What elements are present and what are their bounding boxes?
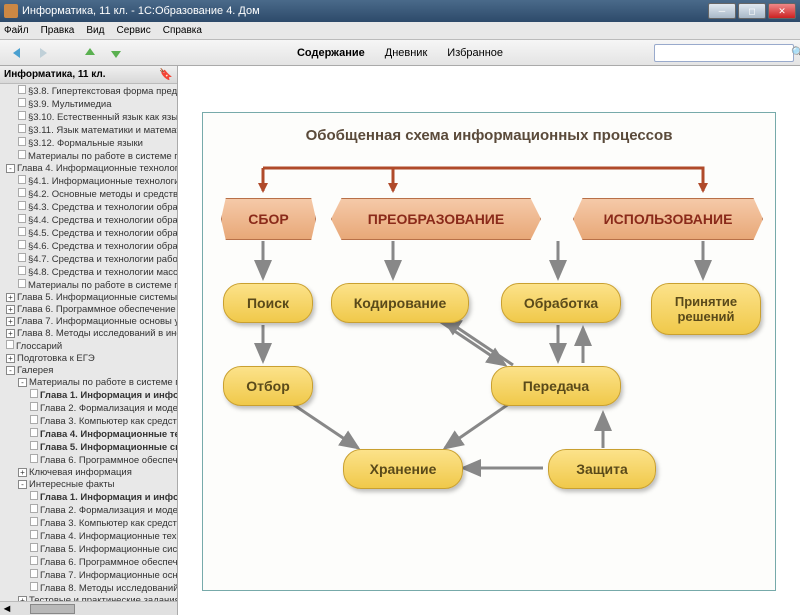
- diagram-title: Обобщенная схема информационных процессо…: [203, 127, 775, 144]
- tree-item[interactable]: §3.9. Мультимедиа: [0, 98, 177, 111]
- search-icon[interactable]: 🔍: [791, 46, 800, 59]
- bookmark-icon[interactable]: 🔖: [159, 68, 173, 81]
- menu-help[interactable]: Справка: [163, 25, 202, 36]
- tree-item[interactable]: Глава 3. Компьютер как средство с: [0, 517, 177, 530]
- tree-item[interactable]: -Глава 4. Информационные технологи: [0, 163, 177, 175]
- tree-item[interactable]: §4.4. Средства и технологии обрабо: [0, 214, 177, 227]
- tab-diary[interactable]: Дневник: [385, 47, 428, 59]
- sidebar-header: Информатика, 11 кл. 🔖: [0, 66, 177, 84]
- tab-favorites[interactable]: Избранное: [447, 47, 503, 59]
- node-preobr: ПРЕОБРАЗОВАНИЕ: [331, 198, 541, 240]
- tree-item[interactable]: Глава 5. Информационные системы: [0, 543, 177, 556]
- diagram-arrows: [203, 113, 775, 590]
- tree-item[interactable]: Материалы по работе в системе прог: [0, 150, 177, 163]
- tree-item[interactable]: -Галерея: [0, 365, 177, 377]
- tree-item[interactable]: §4.5. Средства и технологии обрабо: [0, 227, 177, 240]
- tree-item[interactable]: §4.6. Средства и технологии обрабо: [0, 240, 177, 253]
- down-button[interactable]: [106, 44, 126, 62]
- tree-item[interactable]: Глава 6. Программное обеспечение: [0, 454, 177, 467]
- tree-item[interactable]: §4.1. Информационные технологии:: [0, 175, 177, 188]
- tree-item[interactable]: Глава 4. Информационные технолс: [0, 428, 177, 441]
- tree-item[interactable]: Глава 7. Информационные основы: [0, 569, 177, 582]
- tree[interactable]: §3.8. Гипертекстовая форма предст§3.9. М…: [0, 84, 177, 601]
- search-input[interactable]: [659, 47, 791, 58]
- tree-item[interactable]: §3.11. Язык математики и математи: [0, 124, 177, 137]
- node-pered: Передача: [491, 366, 621, 406]
- tree-item[interactable]: -Материалы по работе в системе прог: [0, 377, 177, 389]
- tree-item[interactable]: Глава 1. Информация и информаци: [0, 491, 177, 504]
- titlebar: Информатика, 11 кл. - 1С:Образование 4. …: [0, 0, 800, 22]
- menu-view[interactable]: Вид: [86, 25, 104, 36]
- minimize-button[interactable]: ─: [708, 3, 736, 19]
- tree-item[interactable]: +Глава 7. Информационные основы упра: [0, 316, 177, 328]
- tree-item[interactable]: Глоссарий: [0, 340, 177, 353]
- menubar: Файл Правка Вид Сервис Справка: [0, 22, 800, 40]
- content-area: Обобщенная схема информационных процессо…: [178, 66, 800, 615]
- menu-service[interactable]: Сервис: [116, 25, 150, 36]
- node-otbor: Отбор: [223, 366, 313, 406]
- tree-item[interactable]: +Подготовка к ЕГЭ: [0, 353, 177, 365]
- node-zash: Защита: [548, 449, 656, 489]
- tree-item[interactable]: §4.8. Средства и технологии массовы: [0, 266, 177, 279]
- tree-item[interactable]: Материалы по работе в системе прог: [0, 279, 177, 292]
- tree-item[interactable]: -Интересные факты: [0, 479, 177, 491]
- tree-item[interactable]: Глава 6. Программное обеспечени: [0, 556, 177, 569]
- node-priny: Принятие решений: [651, 283, 761, 335]
- tree-item[interactable]: Глава 1. Информация и информаци: [0, 389, 177, 402]
- back-button[interactable]: [8, 44, 28, 62]
- close-button[interactable]: ✕: [768, 3, 796, 19]
- node-hran: Хранение: [343, 449, 463, 489]
- menu-edit[interactable]: Правка: [41, 25, 75, 36]
- sidebar-header-title: Информатика, 11 кл.: [4, 69, 106, 80]
- tree-item[interactable]: §3.8. Гипертекстовая форма предст: [0, 85, 177, 98]
- sidebar: Информатика, 11 кл. 🔖 §3.8. Гипертекстов…: [0, 66, 178, 615]
- tab-content[interactable]: Содержание: [297, 47, 365, 59]
- app-icon: [4, 4, 18, 18]
- tree-item[interactable]: Глава 2. Формализация и моделир: [0, 402, 177, 415]
- node-kodir: Кодирование: [331, 283, 469, 323]
- h-scrollbar[interactable]: ◄: [0, 601, 177, 615]
- tree-item[interactable]: Глава 3. Компьютер как средство с: [0, 415, 177, 428]
- tree-item[interactable]: Глава 2. Формализация и моделир: [0, 504, 177, 517]
- node-poisk: Поиск: [223, 283, 313, 323]
- tree-item[interactable]: Глава 5. Информационные системы: [0, 441, 177, 454]
- tree-item[interactable]: +Глава 8. Методы исследований в инфо: [0, 328, 177, 340]
- tree-item[interactable]: §4.2. Основные методы и средства и: [0, 188, 177, 201]
- up-button[interactable]: [80, 44, 100, 62]
- tree-item[interactable]: +Глава 5. Информационные системы: [0, 292, 177, 304]
- search-box[interactable]: 🔍: [654, 44, 794, 62]
- tree-item[interactable]: §3.12. Формальные языки: [0, 137, 177, 150]
- tree-item[interactable]: Глава 4. Информационные технолс: [0, 530, 177, 543]
- tree-item[interactable]: §4.3. Средства и технологии обрабо: [0, 201, 177, 214]
- maximize-button[interactable]: ◻: [738, 3, 766, 19]
- menu-file[interactable]: Файл: [4, 25, 29, 36]
- tree-item[interactable]: §3.10. Естественный язык как язык и: [0, 111, 177, 124]
- node-obrab: Обработка: [501, 283, 621, 323]
- window-title: Информатика, 11 кл. - 1С:Образование 4. …: [22, 5, 708, 17]
- tree-item[interactable]: +Глава 6. Программное обеспечение ком: [0, 304, 177, 316]
- toolbar: Содержание Дневник Избранное 🔍: [0, 40, 800, 66]
- diagram-frame: Обобщенная схема информационных процессо…: [202, 112, 776, 591]
- forward-button[interactable]: [34, 44, 54, 62]
- node-ispolz: ИСПОЛЬЗОВАНИЕ: [573, 198, 763, 240]
- tree-item[interactable]: §4.7. Средства и технологии работы в: [0, 253, 177, 266]
- node-sbor: СБОР: [221, 198, 316, 240]
- tree-item[interactable]: +Ключевая информация: [0, 467, 177, 479]
- tree-item[interactable]: Глава 8. Методы исследований в и: [0, 582, 177, 595]
